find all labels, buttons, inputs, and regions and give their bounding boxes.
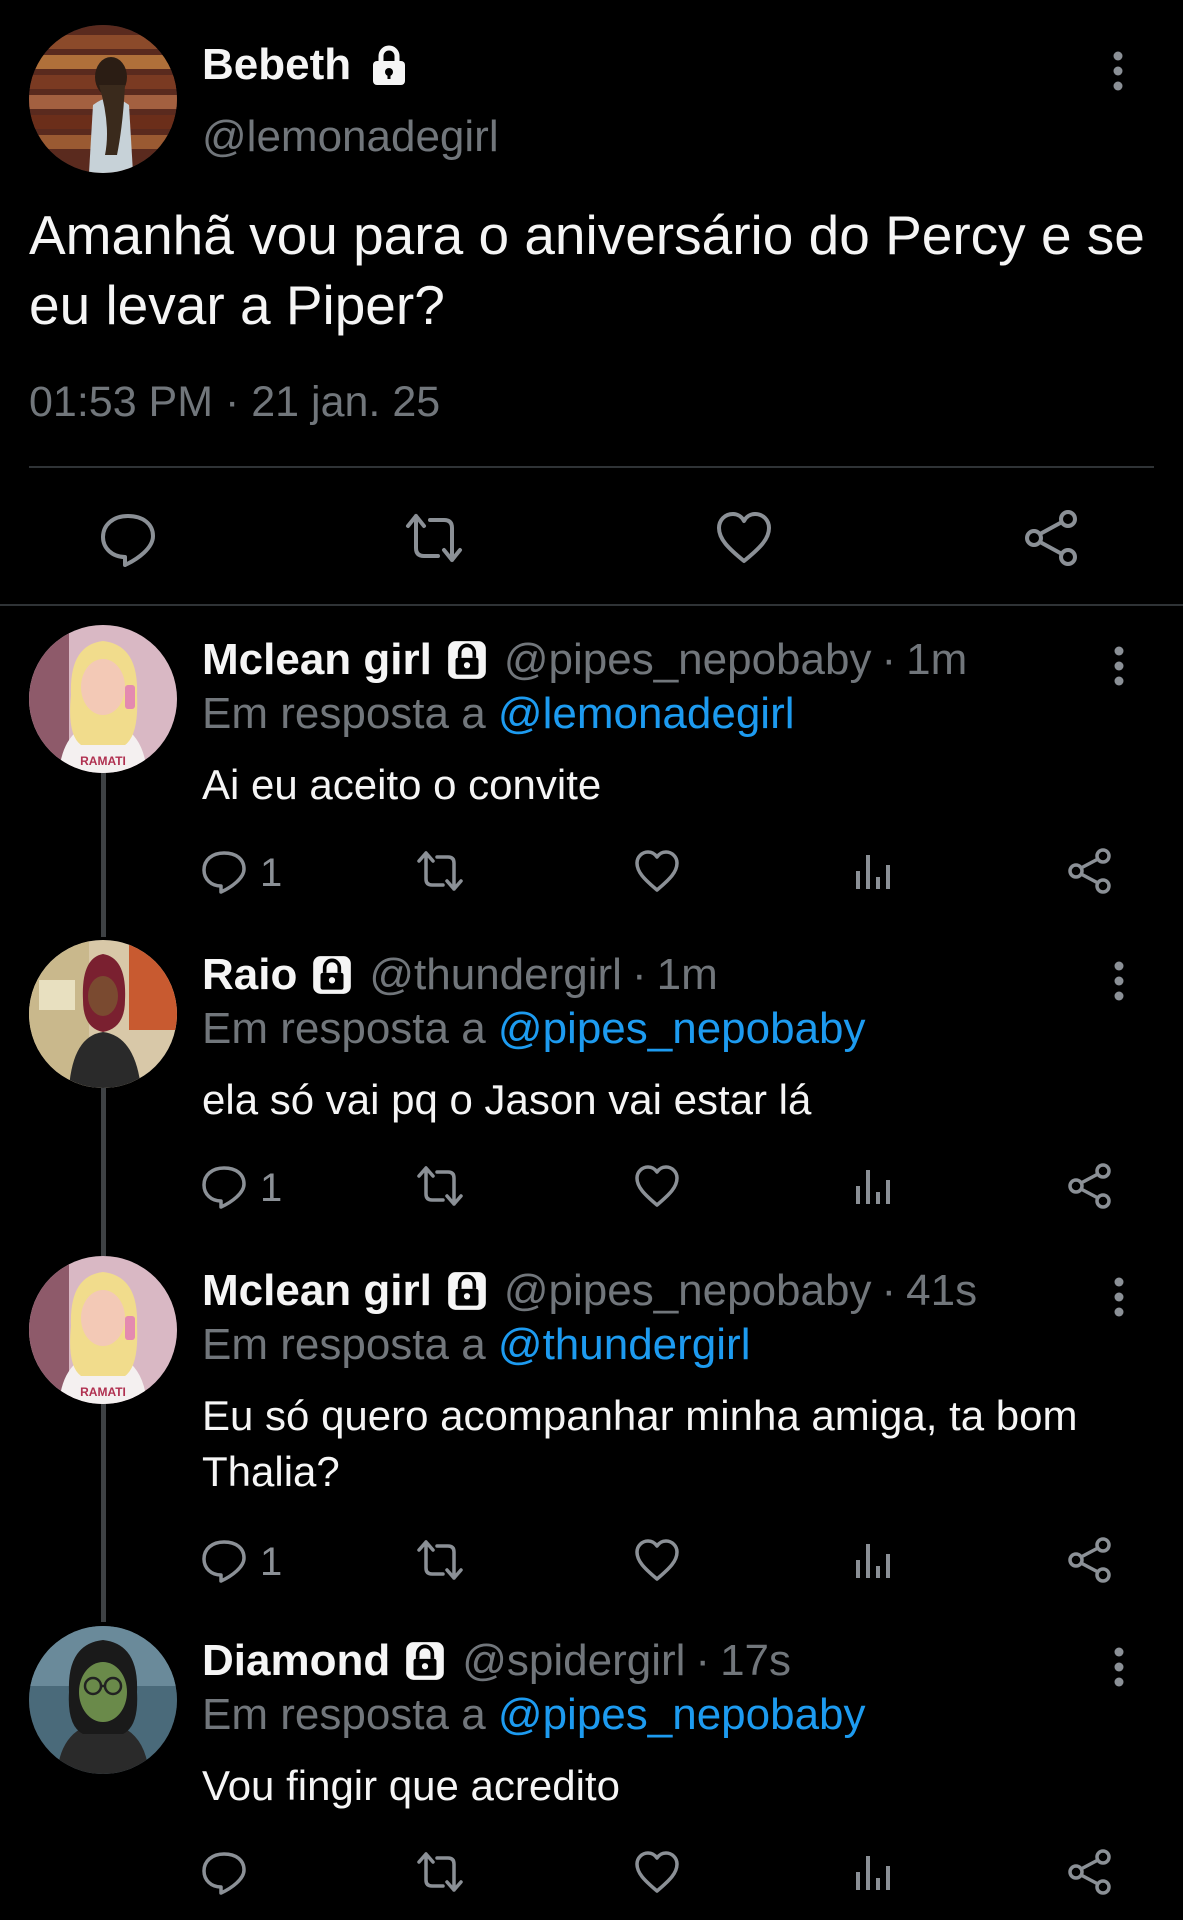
divider: [29, 466, 1154, 468]
reply-actions: 1: [0, 1162, 1183, 1222]
author-handle[interactable]: @pipes_nepobaby: [504, 635, 872, 685]
reply-icon[interactable]: [200, 1848, 248, 1896]
retweet-icon[interactable]: [404, 508, 464, 568]
lock-icon: [367, 43, 411, 87]
more-options-icon[interactable]: [1106, 1646, 1132, 1688]
reply-count: 1: [260, 1166, 283, 1210]
svg-text:RAMATI: RAMATI: [80, 1385, 126, 1399]
replying-to-label: Em resposta a: [202, 1004, 498, 1053]
reply-tweet[interactable]: Raio @thundergirl · 1m Em resposta a @pi…: [0, 940, 1183, 1230]
more-options-icon[interactable]: [1106, 1276, 1132, 1318]
avatar[interactable]: [29, 940, 177, 1088]
retweet-icon[interactable]: [416, 847, 464, 895]
reply-header: Diamond @spidergirl · 17s: [202, 1636, 791, 1686]
replying-to-label: Em resposta a: [202, 1320, 498, 1369]
author-handle[interactable]: @lemonadegirl: [202, 112, 499, 162]
svg-text:RAMATI: RAMATI: [80, 754, 126, 768]
lock-icon: [444, 637, 490, 683]
author-name-row: Bebeth: [202, 40, 411, 90]
replying-to: Em resposta a @pipes_nepobaby: [202, 1690, 866, 1740]
mention-link[interactable]: @pipes_nepobaby: [498, 1004, 866, 1053]
divider: [0, 604, 1183, 606]
lock-icon: [309, 952, 355, 998]
reply-text: Vou fingir que acredito: [202, 1762, 620, 1809]
mention-link[interactable]: @thundergirl: [498, 1320, 751, 1369]
share-icon[interactable]: [1066, 1848, 1114, 1896]
reply-text: Eu só quero acompanhar minha amiga, ta b…: [202, 1392, 1078, 1495]
tweet-thread-page: Bebeth @lemonadegirl Amanhã vou para o a…: [0, 0, 1183, 1920]
reply-icon[interactable]: [200, 1536, 248, 1584]
retweet-icon[interactable]: [416, 1848, 464, 1896]
analytics-icon[interactable]: [850, 1536, 898, 1584]
author-name[interactable]: Mclean girl: [202, 635, 432, 685]
avatar[interactable]: [29, 25, 177, 173]
reply-actions: 1: [0, 1536, 1183, 1596]
reply-time[interactable]: 17s: [720, 1636, 791, 1686]
reply-count: 1: [260, 851, 283, 895]
reply-header: Raio @thundergirl · 1m: [202, 950, 718, 1000]
reply-tweet[interactable]: Diamond @spidergirl · 17s Em resposta a …: [0, 1626, 1183, 1916]
author-handle[interactable]: @pipes_nepobaby: [504, 1266, 872, 1316]
tweet-text: Amanhã vou para o aniversário do Percy e…: [29, 204, 1145, 336]
avatar[interactable]: RAMATI: [29, 1256, 177, 1404]
replying-to: Em resposta a @thundergirl: [202, 1320, 750, 1370]
retweet-icon[interactable]: [416, 1162, 464, 1210]
lock-icon: [444, 1268, 490, 1314]
analytics-icon[interactable]: [850, 847, 898, 895]
share-icon[interactable]: [1022, 508, 1082, 568]
reply-actions: 1: [0, 847, 1183, 907]
more-options-icon[interactable]: [1106, 645, 1132, 687]
reply-icon[interactable]: [200, 1162, 248, 1210]
reply-count: 1: [260, 1540, 283, 1584]
author-name[interactable]: Bebeth: [202, 40, 351, 90]
reply-time[interactable]: 1m: [657, 950, 718, 1000]
like-icon[interactable]: [633, 1536, 681, 1584]
separator: ·: [695, 1636, 711, 1685]
reply-header: Mclean girl @pipes_nepobaby · 1m: [202, 635, 967, 685]
analytics-icon[interactable]: [850, 1848, 898, 1896]
avatar[interactable]: RAMATI: [29, 625, 177, 773]
like-icon[interactable]: [633, 1848, 681, 1896]
reply-actions: [0, 1848, 1183, 1908]
reply-icon[interactable]: [200, 847, 248, 895]
separator: ·: [881, 635, 897, 684]
replying-to: Em resposta a @pipes_nepobaby: [202, 1004, 866, 1054]
reply-tweet[interactable]: RAMATI Mclean girl @pipes_nepobaby · 41s…: [0, 1256, 1183, 1596]
mention-link[interactable]: @lemonadegirl: [498, 689, 795, 738]
tweet-actions: [0, 500, 1183, 580]
avatar[interactable]: [29, 1626, 177, 1774]
share-icon[interactable]: [1066, 1162, 1114, 1210]
author-name[interactable]: Raio: [202, 950, 297, 1000]
reply-time[interactable]: 41s: [906, 1266, 977, 1316]
replying-to-label: Em resposta a: [202, 689, 498, 738]
tweet-timestamp[interactable]: 01:53 PM · 21 jan. 25: [29, 378, 440, 427]
more-options-icon[interactable]: [1106, 960, 1132, 1002]
analytics-icon[interactable]: [850, 1162, 898, 1210]
lock-icon: [402, 1638, 448, 1684]
separator: ·: [881, 1266, 897, 1315]
reply-icon[interactable]: [98, 508, 158, 568]
like-icon[interactable]: [633, 1162, 681, 1210]
retweet-icon[interactable]: [416, 1536, 464, 1584]
separator: ·: [631, 950, 647, 999]
share-icon[interactable]: [1066, 847, 1114, 895]
author-name[interactable]: Mclean girl: [202, 1266, 432, 1316]
replying-to: Em resposta a @lemonadegirl: [202, 689, 795, 739]
reply-tweet[interactable]: RAMATI Mclean girl @pipes_nepobaby · 1m …: [0, 625, 1183, 915]
mention-link[interactable]: @pipes_nepobaby: [498, 1690, 866, 1739]
share-icon[interactable]: [1066, 1536, 1114, 1584]
reply-header: Mclean girl @pipes_nepobaby · 41s: [202, 1266, 977, 1316]
like-icon[interactable]: [633, 847, 681, 895]
main-tweet: Bebeth @lemonadegirl Amanhã vou para o a…: [0, 0, 1183, 606]
author-name[interactable]: Diamond: [202, 1636, 390, 1686]
reply-text: Ai eu aceito o convite: [202, 761, 602, 808]
like-icon[interactable]: [714, 508, 774, 568]
replying-to-label: Em resposta a: [202, 1690, 498, 1739]
author-handle[interactable]: @thundergirl: [369, 950, 622, 1000]
reply-time[interactable]: 1m: [906, 635, 967, 685]
author-handle[interactable]: @spidergirl: [462, 1636, 685, 1686]
reply-text: ela só vai pq o Jason vai estar lá: [202, 1076, 812, 1123]
more-options-icon[interactable]: [1105, 50, 1131, 92]
